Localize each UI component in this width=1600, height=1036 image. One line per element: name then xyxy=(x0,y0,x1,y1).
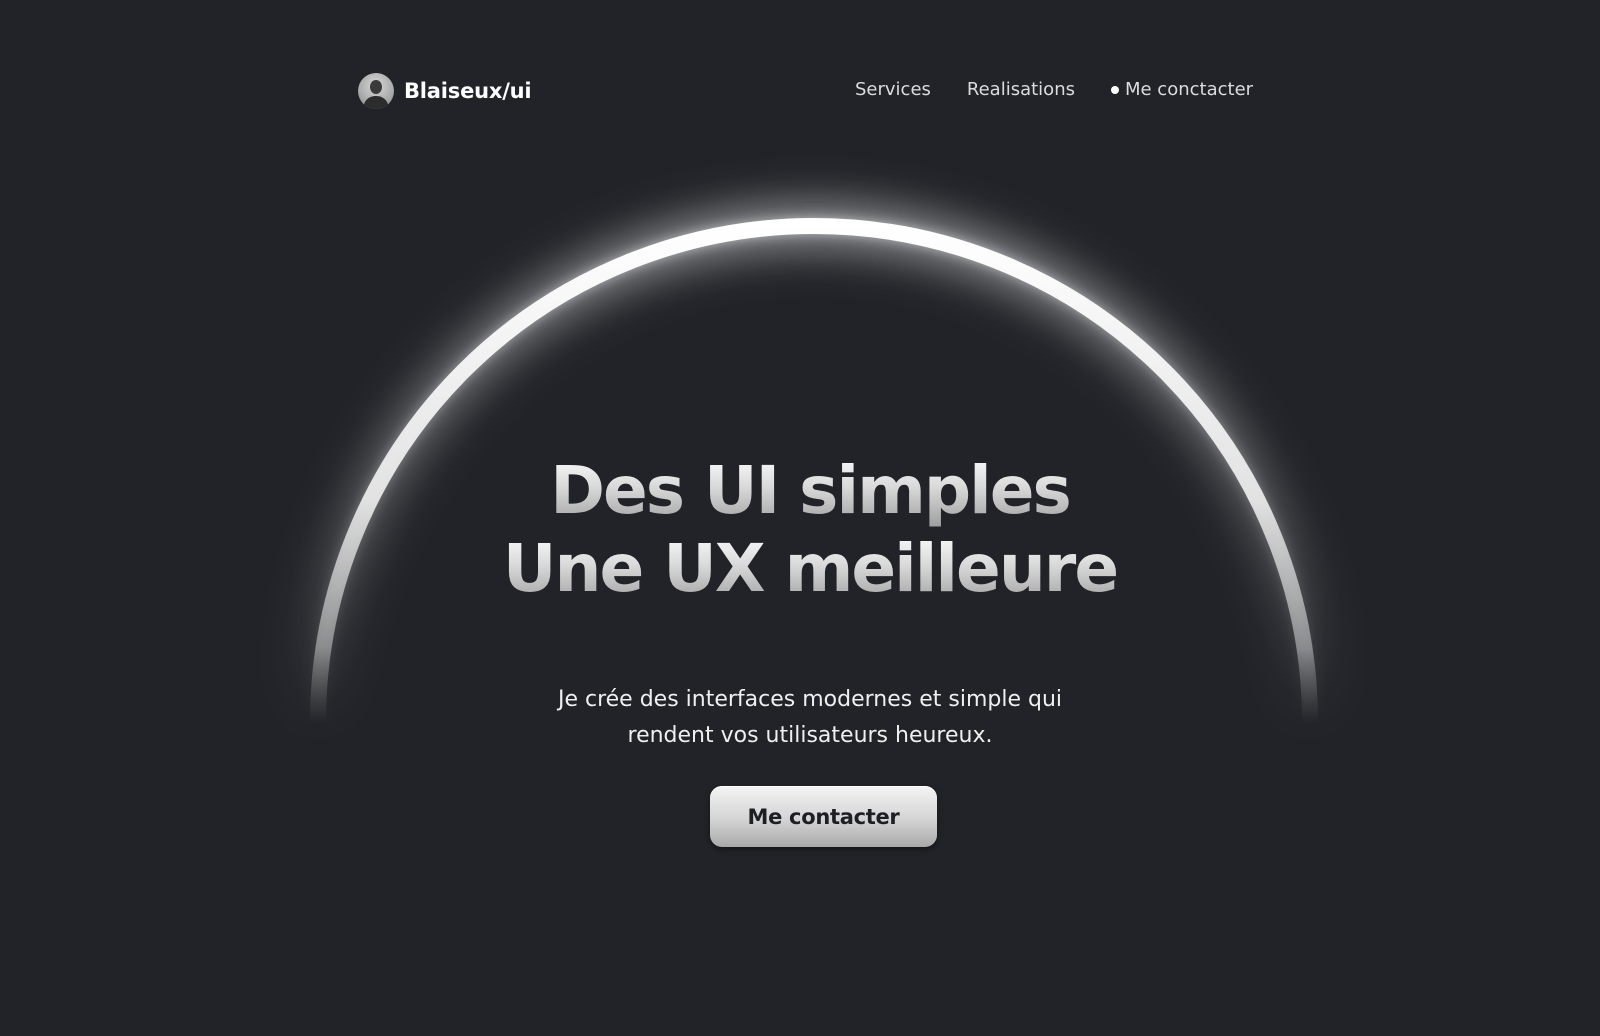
hero-headline-line-2: Une UX meilleure xyxy=(0,530,1600,608)
avatar xyxy=(358,73,394,109)
nav-link-services[interactable]: Services xyxy=(855,79,931,100)
hero-subtitle: Je crée des interfaces modernes et simpl… xyxy=(0,682,1600,754)
hero-subtitle-line-2: rendent vos utilisateurs heureux. xyxy=(627,723,993,748)
hero-headline: Des UI simples Une UX meilleure xyxy=(0,452,1600,608)
nav-link-contact-label: Me conctacter xyxy=(1124,79,1254,100)
contact-button[interactable]: Me contacter xyxy=(710,786,937,847)
main-nav: Services Realisations Me conctacter xyxy=(855,79,1253,100)
brand-name: Blaiseux/ui xyxy=(404,79,532,103)
landing-page: Blaiseux/ui Services Realisations Me con… xyxy=(0,0,1600,1036)
status-dot-icon xyxy=(1110,85,1119,94)
brand-logo-link[interactable]: Blaiseux/ui xyxy=(358,73,532,109)
hero-headline-line-1: Des UI simples xyxy=(0,452,1600,530)
nav-link-realisations[interactable]: Realisations xyxy=(967,79,1075,100)
nav-link-contact[interactable]: Me conctacter xyxy=(1110,79,1254,100)
hero-subtitle-line-1: Je crée des interfaces modernes et simpl… xyxy=(557,687,1063,712)
